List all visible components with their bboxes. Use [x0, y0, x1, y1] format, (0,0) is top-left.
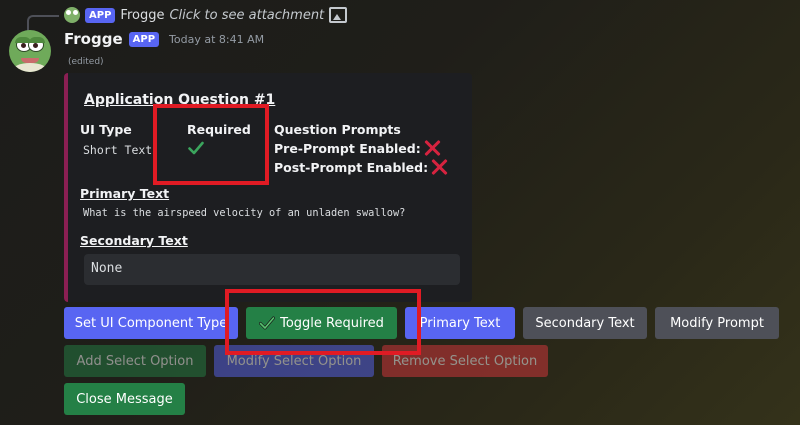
field-ui-type-value: Short Text — [83, 143, 153, 157]
x-icon — [430, 158, 448, 176]
field-secondary-text-label: Secondary Text — [80, 233, 188, 248]
secondary-text-button[interactable]: Secondary Text — [523, 307, 647, 339]
frog-lid-right — [29, 37, 45, 43]
edited-label: (edited) — [68, 57, 104, 67]
field-primary-text-value: What is the airspeed velocity of an unla… — [83, 207, 406, 219]
pre-prompt-row: Pre-Prompt Enabled: — [274, 139, 441, 157]
field-secondary-text-value: None — [84, 254, 460, 285]
close-message-button[interactable]: Close Message — [64, 383, 185, 415]
message-timestamp: Today at 8:41 AM — [169, 32, 265, 46]
highlight-box-toggle-required — [225, 289, 421, 355]
reply-connector — [27, 15, 59, 31]
message-username[interactable]: Frogge — [64, 30, 123, 48]
app-tag: APP — [85, 7, 116, 23]
x-icon — [423, 139, 441, 157]
image-icon — [329, 7, 348, 23]
modify-prompt-button[interactable]: Modify Prompt — [655, 307, 779, 339]
add-select-option-button[interactable]: Add Select Option — [64, 345, 206, 377]
frog-belly — [13, 63, 47, 72]
message-header: Frogge APP Today at 8:41 AM — [64, 30, 264, 48]
field-question-prompts-label: Question Prompts — [274, 122, 401, 137]
field-primary-text-label: Primary Text — [80, 186, 170, 201]
post-prompt-row: Post-Prompt Enabled: — [274, 158, 448, 176]
pre-prompt-label: Pre-Prompt Enabled: — [274, 140, 421, 156]
set-ui-component-type-button[interactable]: Set UI Component Type — [64, 307, 238, 339]
frog-avatar-icon — [64, 7, 80, 23]
reply-username[interactable]: Frogge — [120, 8, 164, 23]
app-tag: APP — [128, 31, 160, 47]
primary-text-button[interactable]: Primary Text — [405, 307, 515, 339]
reply-preview[interactable]: APP Frogge Click to see attachment — [64, 6, 348, 24]
post-prompt-label: Post-Prompt Enabled: — [274, 159, 429, 175]
frog-mouth — [21, 58, 39, 63]
reply-attachment-link[interactable]: Click to see attachment — [169, 8, 324, 23]
avatar[interactable] — [9, 30, 51, 72]
highlight-box-required — [153, 104, 269, 185]
field-ui-type-label: UI Type — [80, 122, 132, 137]
